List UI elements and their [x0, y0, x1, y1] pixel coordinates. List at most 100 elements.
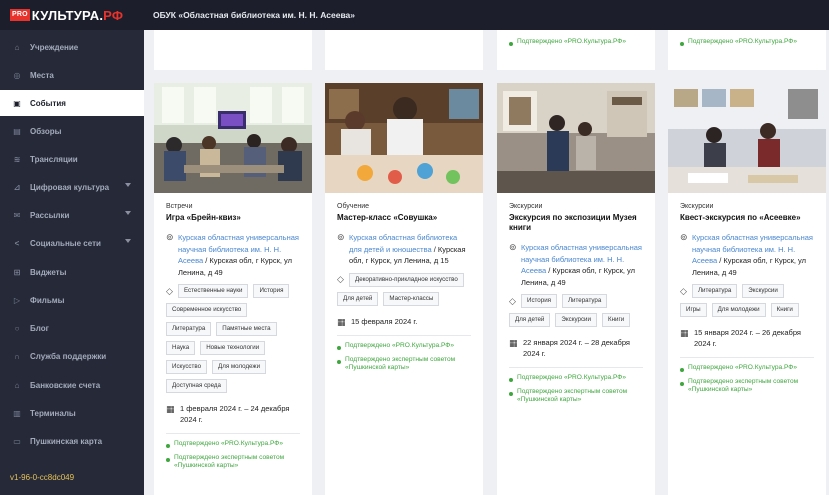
event-tag[interactable]: Искусство	[166, 360, 208, 374]
sidebar-item-1[interactable]: ◎ Места	[0, 62, 144, 88]
verified-badge: Подтверждено экспертным советом «Пушкинс…	[509, 388, 643, 404]
event-photo[interactable]	[154, 83, 312, 193]
event-photo[interactable]	[668, 83, 826, 193]
event-card-partial[interactable]: Подтверждено «PRO.Культура.РФ»	[497, 30, 655, 70]
sidebar-item-8[interactable]: ⊞ Виджеты	[0, 259, 144, 285]
document-icon: ▤	[13, 126, 21, 136]
event-category: Обучение	[337, 203, 370, 210]
event-tag[interactable]: Для молодежи	[711, 303, 766, 317]
event-title[interactable]: Мастер-класс «Совушка»	[337, 213, 471, 223]
sidebar-item-label: Блог	[30, 323, 49, 333]
sidebar-item-label: Рассылки	[30, 210, 70, 220]
event-tag[interactable]: Книги	[770, 303, 799, 317]
check-dot-icon	[680, 382, 684, 386]
event-date-text: 22 января 2024 г. – 28 декабря 2024 г.	[523, 338, 630, 358]
sidebar-item-label: Учреждение	[30, 42, 79, 52]
event-tag[interactable]: История	[253, 284, 290, 298]
sidebar-item-4[interactable]: ≋ Трансляции	[0, 146, 144, 172]
event-address: ⊚ Курская областная универсальная научная…	[680, 232, 814, 278]
event-card[interactable]: Экскурсии Экскурсия по экспозиции Музея к…	[497, 83, 655, 495]
event-tag[interactable]: Для детей	[337, 291, 379, 306]
sidebar-item-9[interactable]: ▷ Фильмы	[0, 287, 144, 313]
event-tag[interactable]: Естественные науки	[178, 284, 249, 298]
event-tag[interactable]: Памятные места	[216, 322, 277, 336]
card-icon: ▭	[13, 436, 21, 446]
tag-icon: ◇	[337, 274, 344, 284]
sidebar-item-14[interactable]: ▭ Пушкинская карта	[0, 428, 144, 454]
sidebar-item-11[interactable]: ∩ Служба поддержки	[0, 343, 144, 369]
check-dot-icon	[680, 368, 684, 372]
event-tag[interactable]: Книги	[601, 313, 631, 327]
event-tag[interactable]: Для детей	[509, 313, 551, 327]
sidebar-item-label: Служба поддержки	[30, 351, 107, 361]
event-tag[interactable]: Наука	[166, 341, 196, 355]
sidebar: v1-96-0-cc8dc049 ⌂ Учреждение ◎ Места ▣ Событ…	[0, 30, 144, 495]
event-date-text: 15 января 2024 г. – 26 декабря 2024 г.	[694, 328, 801, 348]
event-photo[interactable]	[497, 83, 655, 193]
event-tag[interactable]: Современное искусство	[166, 303, 248, 317]
event-tag[interactable]: Литература	[562, 294, 608, 308]
event-card-partial[interactable]	[154, 30, 312, 70]
sidebar-item-0[interactable]: ⌂ Учреждение	[0, 34, 144, 60]
event-title[interactable]: Квест-экскурсия по «Асеевке»	[680, 213, 814, 223]
event-photo[interactable]	[325, 83, 483, 193]
verified-badge: Подтверждено экспертным советом «Пушкинс…	[680, 378, 814, 394]
event-tags: ◇ История Литература Для детей Экскурсии Книг…	[509, 294, 643, 332]
event-photo-workshop	[325, 83, 483, 193]
event-card[interactable]: Экскурсии Квест-экскурсия по «Асеевке» ⊚ Ку…	[668, 83, 826, 495]
sidebar-item-5[interactable]: ⊿ Цифровая культура	[0, 174, 144, 200]
brand-logo[interactable]: PRO КУЛЬТУРА. РФ	[0, 8, 140, 23]
sidebar-item-3[interactable]: ▤ Обзоры	[0, 118, 144, 144]
sidebar-item-label: Места	[30, 70, 54, 80]
event-tag[interactable]: Игры	[680, 303, 707, 317]
verified-badge: Подтверждено «PRO.Культура.РФ»	[337, 342, 471, 350]
event-tag[interactable]: Доступная среда	[166, 379, 227, 393]
verified-text: Подтверждено экспертным советом «Пушкинс…	[174, 454, 285, 469]
event-tag[interactable]: Новые технологии	[200, 341, 266, 355]
calendar-icon: ▦	[166, 404, 175, 414]
chevron-down-icon[interactable]	[125, 211, 131, 215]
event-tag[interactable]: Для молодежи	[212, 360, 267, 374]
sidebar-item-13[interactable]: ▥ Терминалы	[0, 400, 144, 426]
organization-title: ОБУК «Областная библиотека им. Н. Н. Асе…	[153, 10, 356, 20]
tag-icon: ◇	[680, 285, 687, 296]
event-date: ▦ 1 февраля 2024 г. – 24 декабря 2024 г.	[166, 404, 300, 425]
location-pin-icon: ⊚	[680, 232, 688, 242]
sidebar-item-6[interactable]: ✉ Рассылки	[0, 202, 144, 228]
sidebar-item-label: События	[30, 98, 66, 108]
sidebar-item-10[interactable]: ○ Блог	[0, 315, 144, 341]
sidebar-item-12[interactable]: ⌂ Банковские счета	[0, 372, 144, 398]
event-tag[interactable]: История	[521, 294, 557, 308]
verified-badge: Подтверждено «PRO.Культура.РФ»	[166, 440, 300, 448]
event-tag[interactable]: Экскурсии	[742, 284, 784, 298]
location-pin-icon: ⊚	[337, 232, 345, 242]
sidebar-item-2[interactable]: ▣ События	[0, 90, 144, 116]
event-card[interactable]: Обучение Мастер-класс «Совушка» ⊚ Курская о…	[325, 83, 483, 495]
sidebar-item-label: Банковские счета	[30, 380, 101, 390]
sidebar-item-7[interactable]: < Социальные сети	[0, 230, 144, 256]
event-photo-quest	[668, 83, 826, 193]
check-dot-icon	[337, 346, 341, 350]
event-title[interactable]: Игра «Брейн-квиз»	[166, 213, 300, 223]
event-card[interactable]: Встречи Игра «Брейн-квиз» ⊚ Курская областн…	[154, 83, 312, 495]
event-date-text: 15 февраля 2024 г.	[351, 316, 418, 326]
calendar-icon: ▦	[509, 338, 518, 348]
event-tags: ◇ Литература Экскурсии Игры Для молодежи Книг…	[680, 284, 814, 322]
event-category: Экскурсии	[680, 203, 714, 210]
tag-icon: ◇	[509, 295, 516, 306]
event-tag[interactable]: Декоративно-прикладное искусство	[349, 272, 464, 287]
check-dot-icon	[166, 444, 170, 448]
sidebar-item-label: Виджеты	[30, 267, 67, 277]
chevron-down-icon[interactable]	[125, 183, 131, 187]
event-card-partial[interactable]: Подтверждено «PRO.Культура.РФ»	[668, 30, 826, 70]
location-icon: ◎	[13, 70, 21, 80]
event-date: ▦ 15 января 2024 г. – 26 декабря 2024 г.	[680, 328, 814, 349]
event-tag[interactable]: Литература	[166, 322, 212, 336]
chevron-down-icon[interactable]	[125, 239, 131, 243]
chart-icon: ⊿	[13, 182, 21, 192]
event-title[interactable]: Экскурсия по экспозиции Музея книги	[509, 213, 643, 233]
event-tag[interactable]: Экскурсии	[555, 313, 597, 327]
event-tag[interactable]: Литература	[692, 284, 738, 298]
event-tag[interactable]: Мастер-классы	[383, 291, 440, 306]
event-card-partial[interactable]	[325, 30, 483, 70]
